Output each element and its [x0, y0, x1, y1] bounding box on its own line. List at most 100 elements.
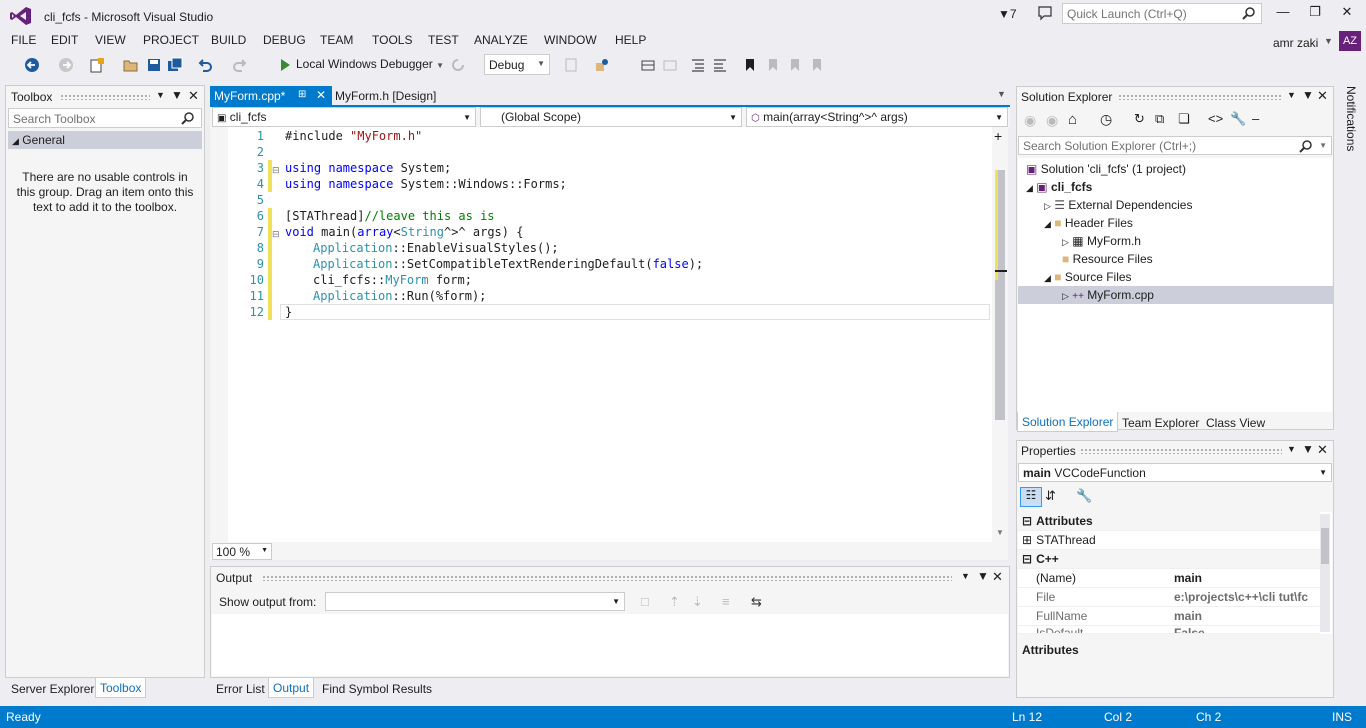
solution-search-input[interactable]: Search Solution Explorer (Ctrl+;) ▼: [1018, 136, 1332, 155]
back-icon[interactable]: ◉: [1024, 112, 1036, 129]
forward-icon[interactable]: ◉: [1046, 112, 1058, 129]
property-category[interactable]: ⊟ Attributes: [1018, 512, 1320, 531]
tab-find-symbol-results[interactable]: Find Symbol Results: [322, 682, 432, 696]
quick-launch-box[interactable]: [1062, 3, 1262, 24]
notifications-flag[interactable]: ▼7: [998, 7, 1017, 21]
panel-grip[interactable]: [60, 94, 150, 100]
avatar[interactable]: AZ: [1339, 31, 1361, 51]
solution-config-icon[interactable]: [594, 57, 610, 73]
panel-menu-icon[interactable]: ▼: [156, 90, 165, 100]
minimize-button[interactable]: —: [1268, 4, 1298, 24]
show-all-files-icon[interactable]: ❏: [1178, 111, 1190, 127]
properties-object-select[interactable]: main VCCodeFunction ▼: [1018, 463, 1332, 482]
quick-launch-input[interactable]: [1063, 4, 1233, 23]
bookmark-icon[interactable]: [742, 57, 758, 73]
tab-output[interactable]: Output: [268, 678, 315, 698]
zoom-select[interactable]: 100 % ▼: [212, 543, 272, 560]
scope-dropdown[interactable]: (Global Scope) ▼: [480, 107, 742, 127]
menu-file[interactable]: FILE: [11, 33, 36, 47]
tab-myform-cpp[interactable]: MyForm.cpp* ⊞ ✕: [210, 86, 332, 106]
pin-tab-icon[interactable]: ⊞: [298, 89, 306, 100]
property-row[interactable]: (Name) main: [1018, 569, 1320, 588]
step-into-icon[interactable]: [640, 57, 656, 73]
close-icon[interactable]: ✕: [188, 88, 199, 104]
panel-grip[interactable]: [1080, 448, 1282, 454]
output-text-area[interactable]: [212, 614, 1008, 676]
tree-myform-h[interactable]: ▷ ▦ MyForm.h: [1062, 232, 1141, 250]
maximize-button[interactable]: ❐: [1300, 4, 1330, 24]
solution-configuration-select[interactable]: Debug ▼: [484, 54, 550, 75]
prev-bookmark-icon[interactable]: [765, 57, 781, 73]
property-pages-icon[interactable]: 🔧: [1076, 488, 1092, 504]
tree-project[interactable]: ◢ ▣ cli_fcfs: [1026, 178, 1092, 196]
comment-lines-icon[interactable]: [690, 57, 706, 73]
tab-toolbox[interactable]: Toolbox: [95, 678, 147, 698]
toolbox-group-general[interactable]: ◢ General: [8, 131, 202, 149]
redo-icon[interactable]: [232, 57, 248, 73]
pending-changes-icon[interactable]: ◷: [1100, 111, 1112, 128]
close-tab-icon[interactable]: ✕: [316, 88, 326, 102]
categorized-icon[interactable]: ☷: [1020, 487, 1042, 507]
menu-build[interactable]: BUILD: [211, 33, 246, 47]
close-icon[interactable]: ✕: [992, 569, 1003, 585]
menu-test[interactable]: TEST: [428, 33, 459, 47]
collapse-all-icon[interactable]: ⧉: [1155, 111, 1164, 127]
word-wrap-icon[interactable]: ⇆: [751, 594, 762, 610]
menu-window[interactable]: WINDOW: [544, 33, 597, 47]
preview-icon[interactable]: –: [1252, 111, 1259, 126]
property-row[interactable]: File e:\projects\c++\cli tut\fc: [1018, 588, 1320, 607]
next-bookmark-icon[interactable]: [787, 57, 803, 73]
split-icon[interactable]: +: [994, 128, 1002, 144]
outline-collapse-icon[interactable]: ⊟: [272, 165, 280, 176]
toolbox-search-input[interactable]: Search Toolbox: [8, 108, 202, 128]
go-to-error-icon[interactable]: □: [641, 594, 649, 609]
menu-view[interactable]: VIEW: [95, 33, 126, 47]
next-message-icon[interactable]: ⇣: [692, 594, 703, 610]
tab-solution-explorer[interactable]: Solution Explorer: [1017, 412, 1119, 432]
tab-server-explorer[interactable]: Server Explorer: [11, 682, 94, 696]
tab-error-list[interactable]: Error List: [216, 682, 265, 696]
property-row[interactable]: IsDefault False: [1018, 626, 1320, 634]
user-menu-caret-icon[interactable]: ▼: [1324, 36, 1333, 46]
property-row[interactable]: FullName main: [1018, 607, 1320, 626]
tab-team-explorer[interactable]: Team Explorer: [1122, 416, 1199, 430]
menu-team[interactable]: TEAM: [320, 33, 353, 47]
start-debugger-button[interactable]: Local Windows Debugger ▼: [296, 57, 444, 71]
panel-menu-icon[interactable]: ▼: [1287, 444, 1296, 454]
open-file-icon[interactable]: [123, 57, 139, 73]
tree-header-files[interactable]: ◢ ■ Header Files: [1044, 214, 1133, 232]
start-debugging-icon[interactable]: [277, 57, 293, 73]
pin-icon[interactable]: ▼: [977, 569, 989, 583]
panel-grip[interactable]: [262, 575, 952, 581]
close-window-button[interactable]: ✕: [1332, 4, 1362, 24]
properties-wrench-icon[interactable]: 🔧: [1230, 111, 1246, 127]
menu-analyze[interactable]: ANALYZE: [474, 33, 528, 47]
view-code-icon[interactable]: <>: [1208, 111, 1223, 126]
tree-myform-cpp[interactable]: ▷ ++ MyForm.cpp: [1018, 286, 1334, 304]
property-category[interactable]: ⊟ C++: [1018, 550, 1320, 569]
tree-source-files[interactable]: ◢ ■ Source Files: [1044, 268, 1132, 286]
home-icon[interactable]: ⌂: [1068, 111, 1077, 128]
member-dropdown[interactable]: ⬡ main(array<String^>^ args) ▼: [746, 107, 1008, 127]
panel-menu-icon[interactable]: ▼: [1287, 90, 1296, 100]
menu-help[interactable]: HELP: [615, 33, 646, 47]
alphabetical-icon[interactable]: ⇵: [1045, 488, 1056, 504]
outline-collapse-icon[interactable]: ⊟: [272, 229, 280, 240]
menu-tools[interactable]: TOOLS: [372, 33, 412, 47]
feedback-icon[interactable]: [1037, 5, 1053, 21]
new-project-icon[interactable]: [89, 57, 105, 73]
tree-external-deps[interactable]: ▷ ☰ External Dependencies: [1044, 196, 1192, 214]
navigate-back-icon[interactable]: [24, 57, 40, 73]
tab-class-view[interactable]: Class View: [1206, 416, 1265, 430]
panel-menu-icon[interactable]: ▼: [961, 571, 970, 581]
uncomment-lines-icon[interactable]: [712, 57, 728, 73]
pin-icon[interactable]: ▼: [171, 88, 183, 102]
close-icon[interactable]: ✕: [1317, 442, 1328, 458]
find-in-files-icon[interactable]: [563, 57, 579, 73]
project-dropdown[interactable]: ▣ cli_fcfs ▼: [212, 107, 476, 127]
output-source-select[interactable]: ▼: [325, 592, 625, 611]
refresh-icon[interactable]: [450, 57, 466, 73]
user-name[interactable]: amr zaki: [1273, 36, 1318, 50]
undo-icon[interactable]: [197, 57, 213, 73]
save-all-icon[interactable]: [167, 57, 183, 73]
